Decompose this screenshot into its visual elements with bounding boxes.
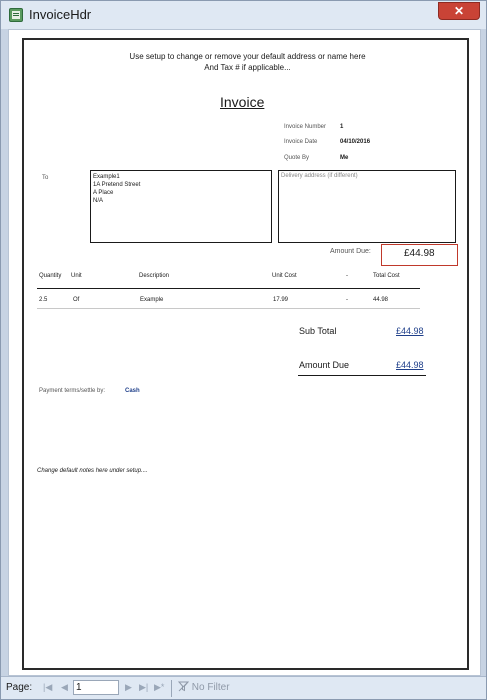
first-page-button[interactable]: |◀ <box>43 682 52 693</box>
invoice-number-label: Invoice Number <box>284 124 327 130</box>
report-viewport[interactable]: Use setup to change or remove your defau… <box>8 29 481 676</box>
default-notes: Change default notes here under setup...… <box>37 468 148 474</box>
to-label: To <box>42 175 49 181</box>
delivery-address-placeholder: Delivery address (if different) <box>281 173 358 179</box>
amount-due-label: Amount Due: <box>330 248 371 255</box>
no-filter-label: No Filter <box>191 682 230 693</box>
row-unit-cost: 17.99 <box>273 297 289 303</box>
new-record-button[interactable]: ▶* <box>154 682 164 693</box>
statusbar-divider <box>171 680 172 697</box>
page-number-input[interactable]: 1 <box>73 680 119 695</box>
amount-due-total-label: Amount Due <box>299 360 350 370</box>
address-line: Example1 <box>93 174 120 180</box>
sub-total-label: Sub Total <box>299 326 337 336</box>
invoice-date-value: 04/10/2016 <box>340 139 371 145</box>
invoice-number-value: 1 <box>340 124 344 130</box>
row-quantity: 2.5 <box>39 297 48 303</box>
no-filter-button[interactable]: No Filter <box>177 681 230 693</box>
page-label: Page: <box>6 682 33 693</box>
sub-total-value: £44.98 <box>396 326 424 336</box>
amount-due-box: £44.98 <box>381 244 458 266</box>
col-description: Description <box>139 273 170 279</box>
col-quantity: Quantity <box>39 273 62 279</box>
last-page-button[interactable]: ▶| <box>139 682 148 693</box>
col-total-cost: Total Cost <box>373 273 400 279</box>
quote-by-value: Me <box>340 155 349 161</box>
invoice-date-label: Invoice Date <box>284 139 318 145</box>
address-lines: Example1 1A Pretend Street A Place N/A <box>93 173 140 205</box>
title-bar[interactable]: InvoiceHdr ✕ <box>1 1 486 29</box>
previous-page-button[interactable]: ◀ <box>61 682 68 693</box>
amount-due-total-value: £44.98 <box>396 360 424 370</box>
row-dash: - <box>346 297 348 303</box>
filter-icon <box>177 681 190 692</box>
row-unit: Of <box>73 297 80 303</box>
totals-rule <box>298 375 426 376</box>
next-page-button[interactable]: ▶ <box>125 682 132 693</box>
row-description: Example <box>140 297 164 303</box>
invoice-title: Invoice <box>220 94 265 110</box>
payment-terms-label: Payment terms/settle by: <box>39 388 106 394</box>
amount-due-value: £44.98 <box>404 248 435 259</box>
address-line: N/A <box>93 198 104 204</box>
report-page: Use setup to change or remove your defau… <box>22 38 469 670</box>
setup-instruction-line2: And Tax # if applicable... <box>204 63 291 72</box>
billing-address-box: Example1 1A Pretend Street A Place N/A <box>90 170 272 243</box>
navigation-bar: Page: |◀ ◀ 1 ▶ ▶| ▶* No Filter <box>1 676 486 699</box>
col-dash: - <box>346 273 348 279</box>
window-title: InvoiceHdr <box>29 7 92 22</box>
close-icon: ✕ <box>453 4 465 18</box>
setup-instruction-line1: Use setup to change or remove your defau… <box>129 52 366 61</box>
delivery-address-box: Delivery address (if different) <box>278 170 456 243</box>
report-window: InvoiceHdr ✕ Use setup to change or remo… <box>0 0 487 700</box>
quote-by-label: Quote By <box>284 155 310 161</box>
row-rule <box>37 308 420 309</box>
close-button[interactable]: ✕ <box>438 2 480 20</box>
header-rule <box>37 288 420 289</box>
address-line: 1A Pretend Street <box>93 182 141 188</box>
col-unit-cost: Unit Cost <box>272 273 297 279</box>
row-total-cost: 44.98 <box>373 297 389 303</box>
payment-terms-value: Cash <box>125 388 140 394</box>
address-line: A Place <box>93 190 114 196</box>
col-unit: Unit <box>71 273 82 279</box>
access-report-icon <box>9 8 23 22</box>
